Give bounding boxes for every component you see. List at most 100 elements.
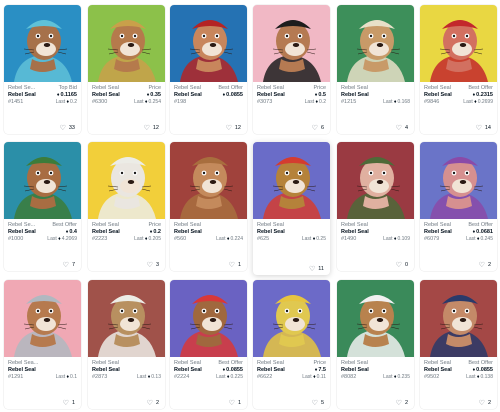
nft-name[interactable]: Rebel Seal <box>424 367 452 374</box>
nft-card[interactable]: Rebel Seal Best Offer Rebel Seal ♦0.0855 #95… <box>420 280 497 409</box>
nft-card[interactable]: Rebel Sea... Rebel Seal #1291 Last ♦0.1 ♡ 1 <box>4 280 81 409</box>
nft-name[interactable]: Rebel Seal <box>174 229 202 236</box>
nft-image[interactable] <box>253 280 330 357</box>
collection-name[interactable]: Rebel Seal <box>257 222 284 229</box>
nft-card[interactable]: Rebel Seal Rebel Seal #625 Last ♦0.25 ♡ 11 <box>253 142 330 275</box>
token-id: #2224 <box>174 374 190 380</box>
heart-icon[interactable]: ♡ <box>309 266 315 273</box>
collection-name[interactable]: Rebel Se... <box>8 85 35 92</box>
collection-name[interactable]: Rebel Seal <box>257 85 284 92</box>
nft-image[interactable] <box>253 5 330 82</box>
nft-name[interactable]: Rebel Seal <box>8 92 36 99</box>
nft-card[interactable]: Rebel Seal Best Offer Rebel Seal ♦0.0681 #60… <box>420 142 497 271</box>
card-footer: ♡ 2 <box>420 397 497 409</box>
nft-name[interactable]: Rebel Seal <box>8 367 36 374</box>
heart-icon[interactable]: ♡ <box>226 125 232 132</box>
collection-name[interactable]: Rebel Seal <box>174 222 201 229</box>
token-id: #2223 <box>92 236 108 242</box>
nft-card[interactable]: Rebel Seal Rebel Seal #1490 Last ♦0.109 ♡ 0 <box>337 142 414 271</box>
nft-name[interactable]: Rebel Seal <box>257 229 285 236</box>
nft-name[interactable]: Rebel Seal <box>341 367 369 374</box>
nft-card[interactable]: Rebel Seal Rebel Seal #1215 Last ♦0.168 ♡ 4 <box>337 5 414 134</box>
nft-name[interactable]: Rebel Seal <box>92 367 120 374</box>
nft-card[interactable]: Rebel Seal Best Offer Rebel Seal ♦0.2315 #98… <box>420 5 497 134</box>
collection-name[interactable]: Rebel Seal <box>92 360 119 367</box>
nft-image[interactable] <box>4 280 81 357</box>
heart-icon[interactable]: ♡ <box>144 125 150 132</box>
nft-image[interactable] <box>170 5 247 82</box>
nft-name[interactable]: Rebel Seal <box>257 367 285 374</box>
nft-card[interactable]: Rebel Seal Price Rebel Seal ♦7.5 #6622 Last ♦… <box>253 280 330 409</box>
nft-name[interactable]: Rebel Seal <box>341 229 369 236</box>
nft-image[interactable] <box>337 280 414 357</box>
heart-icon[interactable]: ♡ <box>229 400 235 407</box>
last-sale: Last ♦0.225 <box>216 374 243 381</box>
heart-icon[interactable]: ♡ <box>396 262 402 269</box>
nft-name[interactable]: Rebel Seal <box>92 92 120 99</box>
collection-name[interactable]: Rebel Se... <box>8 222 35 229</box>
nft-card[interactable]: Rebel Seal Best Offer Rebel Seal ♦0.0855 #22… <box>170 280 247 409</box>
heart-icon[interactable]: ♡ <box>63 262 69 269</box>
nft-image[interactable] <box>253 142 330 219</box>
collection-name[interactable]: Rebel Seal <box>174 360 201 367</box>
collection-name[interactable]: Rebel Seal <box>341 360 368 367</box>
card-id-row: #3073 Last ♦0.2 <box>257 99 326 106</box>
nft-card[interactable]: Rebel Seal Best Offer Rebel Seal ♦0.0855 #19… <box>170 5 247 134</box>
nft-name[interactable]: Rebel Seal <box>174 367 202 374</box>
nft-image[interactable] <box>4 5 81 82</box>
nft-card[interactable]: Rebel Seal Price Rebel Seal ♦0.5 #3073 Last ♦… <box>253 5 330 134</box>
nft-card[interactable]: Rebel Seal Rebel Seal #8082 Last ♦0.235 ♡ 2 <box>337 280 414 409</box>
collection-name[interactable]: Rebel Seal <box>341 85 368 92</box>
collection-name[interactable]: Rebel Seal <box>424 222 451 229</box>
nft-card[interactable]: Rebel Se... Top Bid Rebel Seal ♦0.1165 #1451… <box>4 5 81 134</box>
collection-name[interactable]: Rebel Seal <box>174 85 201 92</box>
collection-name[interactable]: Rebel Seal <box>424 360 451 367</box>
price-label: Best Offer <box>468 85 493 91</box>
nft-image[interactable] <box>420 280 497 357</box>
heart-icon[interactable]: ♡ <box>63 400 69 407</box>
heart-icon[interactable]: ♡ <box>312 400 318 407</box>
nft-name[interactable]: Rebel Seal <box>257 92 285 99</box>
last-label: Last <box>463 99 473 105</box>
nft-name[interactable]: Rebel Seal <box>424 229 452 236</box>
nft-card[interactable]: Rebel Seal Price Rebel Seal ♦0.2 #2223 Last ♦… <box>88 142 165 271</box>
collection-name[interactable]: Rebel Seal <box>341 222 368 229</box>
nft-card[interactable]: Rebel Se... Best Offer Rebel Seal ♦0.4 #1000… <box>4 142 81 271</box>
last-sale: Last ♦0.13 <box>137 374 161 381</box>
heart-icon[interactable]: ♡ <box>60 125 66 132</box>
nft-image[interactable] <box>337 5 414 82</box>
nft-name[interactable]: Rebel Seal <box>92 229 120 236</box>
nft-image[interactable] <box>170 142 247 219</box>
heart-icon[interactable]: ♡ <box>396 400 402 407</box>
heart-icon[interactable]: ♡ <box>312 125 318 132</box>
nft-card[interactable]: Rebel Seal Rebel Seal #2873 Last ♦0.13 ♡ 2 <box>88 280 165 409</box>
nft-name[interactable]: Rebel Seal <box>341 92 369 99</box>
heart-icon[interactable]: ♡ <box>479 262 485 269</box>
collection-name[interactable]: Rebel Sea... <box>8 360 38 367</box>
heart-icon[interactable]: ♡ <box>396 125 402 132</box>
nft-image[interactable] <box>420 142 497 219</box>
collection-name[interactable]: Rebel Seal <box>92 222 119 229</box>
heart-icon[interactable]: ♡ <box>476 125 482 132</box>
nft-card[interactable]: Rebel Seal Price Rebel Seal ♦0.35 #6300 Last … <box>88 5 165 134</box>
collection-name[interactable]: Rebel Seal <box>92 85 119 92</box>
nft-image[interactable] <box>170 280 247 357</box>
heart-icon[interactable]: ♡ <box>479 400 485 407</box>
nft-name[interactable]: Rebel Seal <box>8 229 36 236</box>
collection-name[interactable]: Rebel Seal <box>424 85 451 92</box>
nft-name[interactable]: Rebel Seal <box>424 92 452 99</box>
nft-image[interactable] <box>420 5 497 82</box>
heart-icon[interactable]: ♡ <box>147 400 153 407</box>
nft-image[interactable] <box>88 280 165 357</box>
collection-name[interactable]: Rebel Seal <box>257 360 284 367</box>
nft-image[interactable] <box>4 142 81 219</box>
seal-portrait <box>4 142 81 219</box>
heart-icon[interactable]: ♡ <box>229 262 235 269</box>
nft-name[interactable]: Rebel Seal <box>174 92 202 99</box>
nft-image[interactable] <box>337 142 414 219</box>
nft-image[interactable] <box>88 142 165 219</box>
nft-card[interactable]: Rebel Seal Rebel Seal #560 Last ♦0.224 ♡ 1 <box>170 142 247 271</box>
nft-image[interactable] <box>88 5 165 82</box>
heart-icon[interactable]: ♡ <box>147 262 153 269</box>
card-header-row: Rebel Seal <box>341 85 410 92</box>
